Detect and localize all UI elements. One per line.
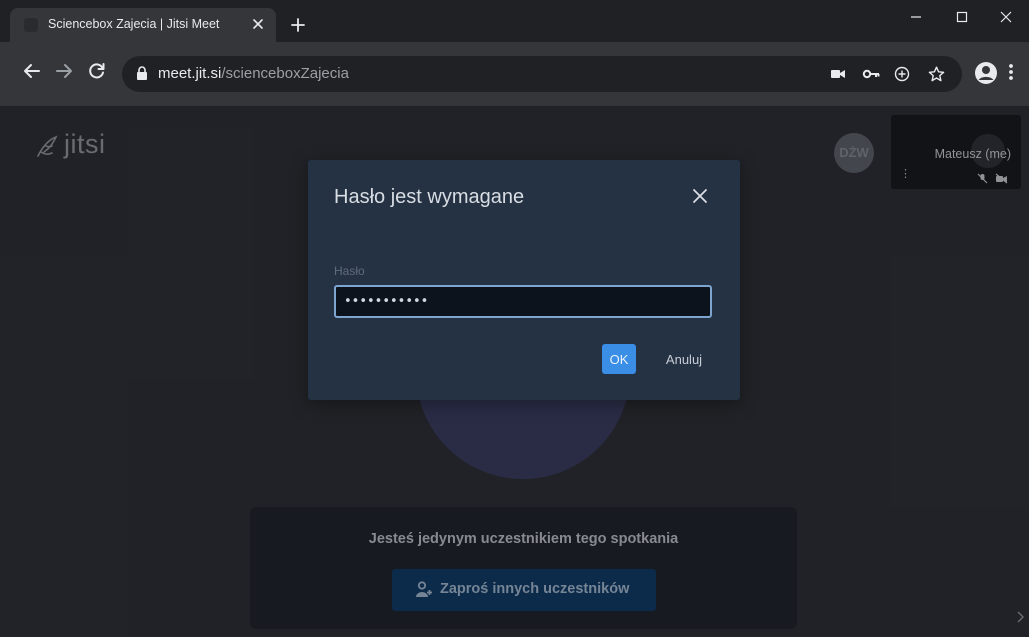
tab-strip: Sciencebox Zajecia | Jitsi Meet [0, 0, 1029, 42]
browser-menu-icon[interactable] [1008, 62, 1022, 86]
lock-icon[interactable] [136, 66, 150, 82]
password-dialog: Hasło jest wymagane Hasło OK Anuluj [308, 160, 740, 400]
address-bar[interactable]: meet.jit.si/scienceboxZajecia [122, 56, 962, 92]
forward-arrow-icon[interactable] [52, 62, 76, 86]
window-maximize-icon[interactable] [939, 0, 985, 34]
profile-icon[interactable] [974, 61, 1000, 87]
password-label: Hasło [334, 264, 365, 278]
chevron-right-icon[interactable] [1016, 610, 1026, 624]
browser-toolbar: meet.jit.si/scienceboxZajecia [0, 42, 1029, 106]
reload-icon[interactable] [85, 62, 109, 86]
window-close-icon[interactable] [983, 0, 1029, 34]
new-tab-icon[interactable] [286, 14, 310, 38]
add-circle-icon[interactable] [894, 66, 912, 82]
key-icon[interactable] [862, 66, 880, 82]
ok-button[interactable]: OK [602, 344, 636, 374]
url-text[interactable]: meet.jit.si/scienceboxZajecia [158, 65, 349, 82]
back-arrow-icon[interactable] [20, 62, 44, 86]
browser-window: Sciencebox Zajecia | Jitsi Meet meet.jit… [0, 0, 1029, 637]
password-input[interactable] [334, 285, 712, 318]
url-host: meet.jit.si [158, 65, 222, 82]
camera-icon[interactable] [830, 66, 848, 82]
cancel-button[interactable]: Anuluj [658, 344, 710, 374]
tab-close-icon[interactable] [248, 15, 268, 35]
tab-favicon-icon [24, 18, 38, 32]
url-path: /scienceboxZajecia [221, 65, 349, 82]
window-minimize-icon[interactable] [893, 0, 939, 34]
browser-tab-active[interactable]: Sciencebox Zajecia | Jitsi Meet [10, 8, 276, 42]
star-icon[interactable] [928, 66, 946, 82]
tab-title: Sciencebox Zajecia | Jitsi Meet [48, 17, 220, 31]
close-icon[interactable] [692, 188, 712, 208]
dialog-title: Hasło jest wymagane [334, 186, 525, 208]
